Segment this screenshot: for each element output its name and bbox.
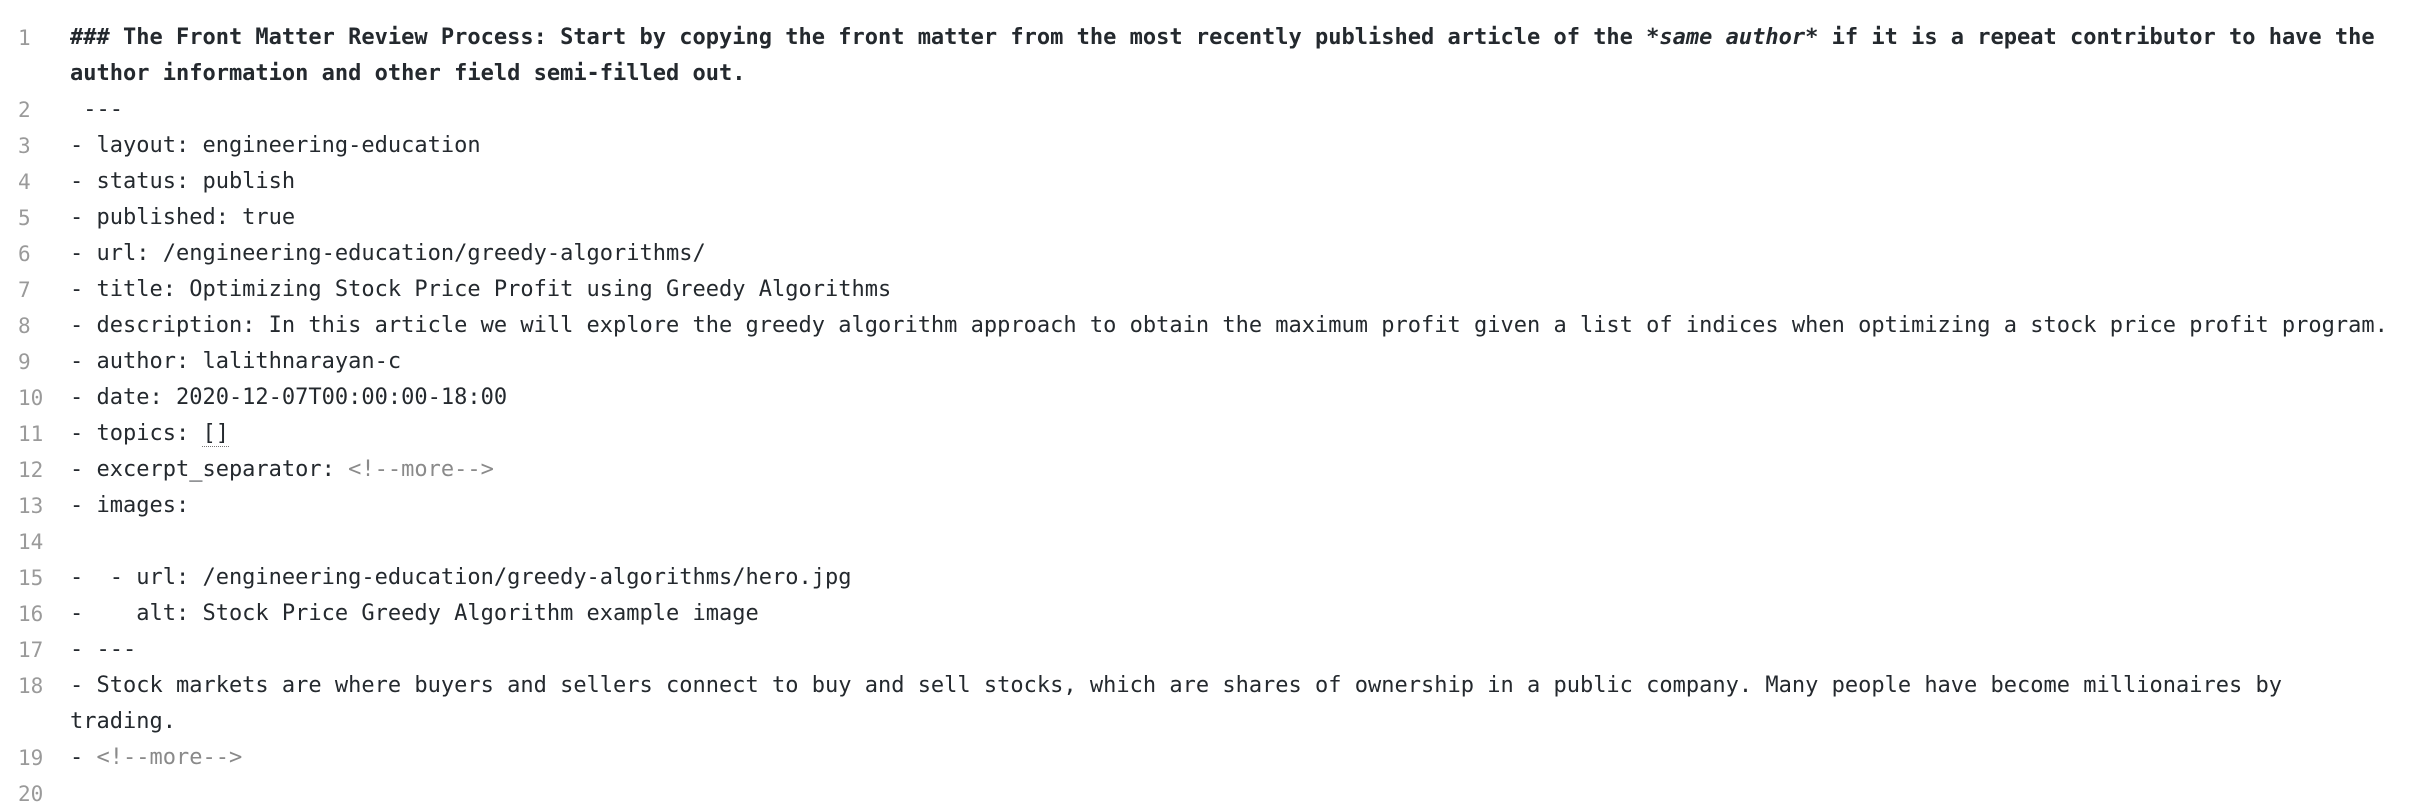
line-number: 7 bbox=[18, 278, 31, 302]
code-line[interactable]: - title: Optimizing Stock Price Profit u… bbox=[70, 272, 2412, 308]
editor-line[interactable]: 15 - - url: /engineering-education/greed… bbox=[0, 560, 2412, 596]
line-number: 20 bbox=[18, 782, 44, 806]
code-line[interactable]: - author: lalithnarayan-c bbox=[70, 344, 2412, 380]
editor-line[interactable]: 5 - published: true bbox=[0, 200, 2412, 236]
excerpt-key: - excerpt_separator: bbox=[70, 457, 349, 482]
editor-line[interactable]: 20 bbox=[0, 776, 2412, 812]
code-line[interactable]: - layout: engineering-education bbox=[70, 128, 2412, 164]
heading-text: ### The Front Matter Review Process: Sta… bbox=[70, 25, 1647, 50]
line-number: 13 bbox=[18, 494, 44, 518]
editor-line[interactable]: 16 - alt: Stock Price Greedy Algorithm e… bbox=[0, 596, 2412, 632]
line-number: 14 bbox=[18, 530, 44, 554]
code-line[interactable]: - excerpt_separator: <!--more--> bbox=[70, 452, 2412, 488]
html-comment: <!--more--> bbox=[348, 457, 494, 482]
code-line[interactable]: - topics: [] bbox=[70, 416, 2412, 452]
line-number: 4 bbox=[18, 170, 31, 194]
line-number: 18 bbox=[18, 674, 44, 698]
editor-line[interactable]: 2 --- bbox=[0, 92, 2412, 128]
line-number: 16 bbox=[18, 602, 44, 626]
line-number: 17 bbox=[18, 638, 44, 662]
editor-line[interactable]: 4 - status: publish bbox=[0, 164, 2412, 200]
editor-line[interactable]: 13 - images: bbox=[0, 488, 2412, 524]
editor-line[interactable]: 17 - --- bbox=[0, 632, 2412, 668]
heading-emphasis: *same author* bbox=[1646, 25, 1819, 50]
line-number: 8 bbox=[18, 314, 31, 338]
editor-line[interactable]: 11 - topics: [] bbox=[0, 416, 2412, 452]
html-comment: <!--more--> bbox=[96, 745, 243, 770]
editor-line[interactable]: 9 - author: lalithnarayan-c bbox=[0, 344, 2412, 380]
code-line[interactable]: - - url: /engineering-education/greedy-a… bbox=[70, 560, 2412, 596]
topics-empty-list: [] bbox=[202, 421, 229, 447]
editor-line[interactable]: 12 - excerpt_separator: <!--more--> bbox=[0, 452, 2412, 488]
line-number: 1 bbox=[18, 26, 31, 50]
editor-line[interactable]: 18 - Stock markets are where buyers and … bbox=[0, 668, 2412, 740]
line-number: 5 bbox=[18, 206, 31, 230]
line-number: 10 bbox=[18, 386, 44, 410]
code-line[interactable]: - alt: Stock Price Greedy Algorithm exam… bbox=[70, 596, 2412, 632]
editor-line[interactable]: 7 - title: Optimizing Stock Price Profit… bbox=[0, 272, 2412, 308]
topics-key: - topics: bbox=[70, 421, 203, 446]
code-line[interactable]: - url: /engineering-education/greedy-alg… bbox=[70, 236, 2412, 272]
editor-line[interactable]: 6 - url: /engineering-education/greedy-a… bbox=[0, 236, 2412, 272]
editor-line[interactable]: 1 ### The Front Matter Review Process: S… bbox=[0, 20, 2412, 92]
line-number: 12 bbox=[18, 458, 44, 482]
line-number: 19 bbox=[18, 746, 44, 770]
line-number: 9 bbox=[18, 350, 31, 374]
heading-line[interactable]: ### The Front Matter Review Process: Sta… bbox=[70, 20, 2412, 92]
editor-line[interactable]: 14 bbox=[0, 524, 2412, 560]
code-line[interactable]: - --- bbox=[70, 632, 2412, 668]
code-line[interactable]: - published: true bbox=[70, 200, 2412, 236]
code-line[interactable]: - Stock markets are where buyers and sel… bbox=[70, 668, 2412, 740]
line-number: 3 bbox=[18, 134, 31, 158]
editor-line[interactable]: 19 - <!--more--> bbox=[0, 740, 2412, 776]
line-number: 2 bbox=[18, 98, 31, 122]
editor-line[interactable]: 8 - description: In this article we will… bbox=[0, 308, 2412, 344]
code-line[interactable]: --- bbox=[70, 92, 2412, 128]
markdown-editor[interactable]: 1 ### The Front Matter Review Process: S… bbox=[0, 0, 2412, 806]
more-prefix: - bbox=[70, 745, 97, 770]
line-number: 11 bbox=[18, 422, 44, 446]
editor-line[interactable]: 10 - date: 2020-12-07T00:00:00-18:00 bbox=[0, 380, 2412, 416]
code-line[interactable]: - description: In this article we will e… bbox=[70, 308, 2412, 344]
line-number: 15 bbox=[18, 566, 44, 590]
code-line[interactable]: - <!--more--> bbox=[70, 740, 2412, 776]
editor-line[interactable]: 3 - layout: engineering-education bbox=[0, 128, 2412, 164]
code-line[interactable]: - images: bbox=[70, 488, 2412, 524]
code-line[interactable]: - date: 2020-12-07T00:00:00-18:00 bbox=[70, 380, 2412, 416]
line-number: 6 bbox=[18, 242, 31, 266]
code-line[interactable]: - status: publish bbox=[70, 164, 2412, 200]
